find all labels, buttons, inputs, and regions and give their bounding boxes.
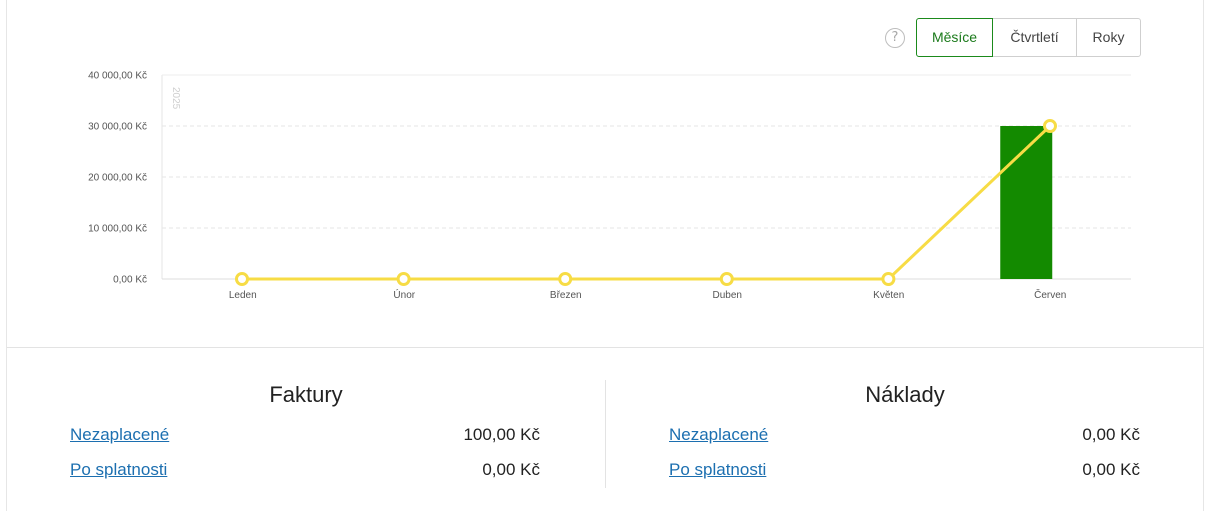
period-months-button[interactable]: Měsíce (916, 18, 993, 57)
y-tick-label: 20 000,00 Kč (88, 173, 147, 184)
invoices-unpaid-link[interactable]: Nezaplacené (70, 425, 169, 445)
revenue-chart: 0,00 Kč 10 000,00 Kč 20 000,00 Kč 30 000,00… (88, 71, 1131, 301)
costs-overdue-link[interactable]: Po splatnosti (669, 460, 766, 480)
line-point[interactable] (558, 272, 573, 286)
costs-unpaid-link[interactable]: Nezaplacené (669, 425, 768, 445)
y-tick-label: 30 000,00 Kč (88, 122, 147, 133)
costs-title: Náklady (865, 382, 945, 407)
series-line (242, 124, 1052, 281)
costs-unpaid-amount: 0,00 Kč (1082, 425, 1140, 444)
invoices-title: Faktury (269, 382, 343, 407)
chart-line (235, 119, 1057, 286)
chart-year-label: 2025 (170, 87, 181, 110)
y-tick-label: 40 000,00 Kč (88, 71, 147, 82)
section-divider (7, 347, 1204, 348)
y-tick-label: 0,00 Kč (113, 275, 147, 286)
x-tick-label: Květen (873, 290, 904, 301)
invoices-unpaid-amount: 100,00 Kč (463, 425, 540, 444)
costs-overdue-amount: 0,00 Kč (1082, 460, 1140, 479)
invoices-overdue-amount: 0,00 Kč (482, 460, 540, 479)
line-point[interactable] (396, 272, 411, 286)
line-point[interactable] (235, 272, 249, 286)
line-point[interactable] (1043, 119, 1057, 133)
invoices-overdue-link[interactable]: Po splatnosti (70, 460, 167, 480)
chart-axes: 0,00 Kč 10 000,00 Kč 20 000,00 Kč 30 000,00… (88, 71, 1131, 301)
x-tick-label: Leden (229, 290, 257, 301)
chart-grid (162, 125, 1131, 229)
y-tick-label: 10 000,00 Kč (88, 224, 147, 235)
x-tick-label: Únor (393, 288, 415, 301)
line-point[interactable] (719, 272, 734, 286)
line-point[interactable] (881, 272, 896, 286)
x-tick-label: Duben (713, 290, 742, 301)
summary-separator (605, 380, 606, 488)
x-tick-label: Červen (1034, 288, 1066, 301)
x-tick-label: Březen (550, 290, 582, 301)
